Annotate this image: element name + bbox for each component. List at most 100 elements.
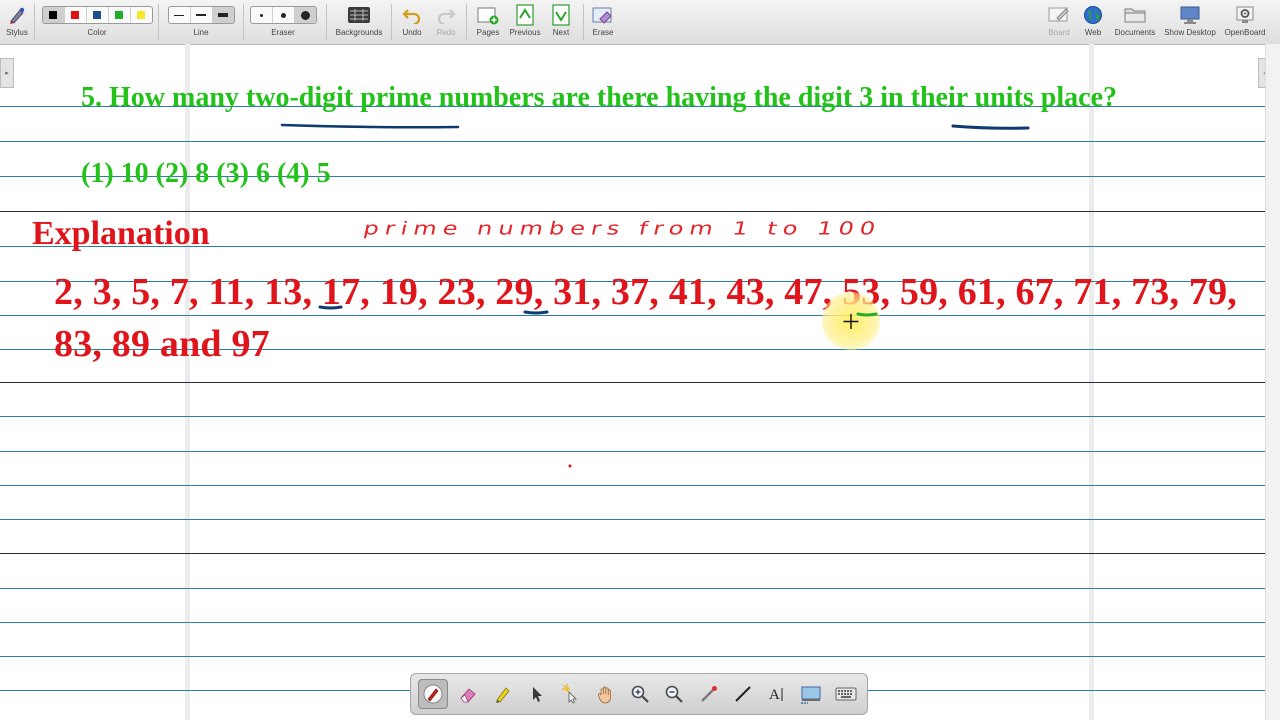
eraser-large-button[interactable] [294,7,316,23]
hand-icon [597,686,611,704]
globe-icon [1083,2,1103,28]
ruled-line [0,451,1280,452]
toolbar-separator [158,4,159,40]
pages-button[interactable]: Pages [472,2,504,42]
line-thin-button[interactable] [169,7,191,23]
web-button[interactable]: Web [1080,2,1106,42]
text-tool-button[interactable]: A [763,680,791,708]
scrollbar[interactable] [1265,44,1280,720]
backgrounds-icon [347,2,371,28]
redo-label: Redo [436,28,456,37]
laser-icon [562,684,578,704]
show-desktop-button[interactable]: Show Desktop [1161,2,1219,42]
zoom-out-button[interactable] [660,680,688,708]
zoom-in-icon [631,685,649,703]
ruled-line [0,656,1280,657]
ruled-line [0,485,1280,486]
board-button[interactable]: Board [1044,2,1074,42]
pen-icon [423,684,443,704]
ruled-line [0,382,1280,383]
color-swatch-red[interactable] [65,7,87,23]
pen-tool-button[interactable] [418,679,449,709]
ruled-line [0,416,1280,417]
color-swatch-blue[interactable] [87,7,109,23]
selector-tool-button[interactable] [523,680,551,708]
board-label: Board [1048,28,1070,37]
color-swatch-yellow[interactable] [131,7,152,23]
ruled-line [0,211,1280,212]
erase-label: Erase [592,28,614,37]
svg-text:A: A [769,687,780,703]
color-swatch-black[interactable] [42,7,65,23]
text-icon: A [769,687,783,703]
toolbar-separator [243,4,244,40]
settings-icon [1234,2,1256,28]
redo-button[interactable]: Redo [432,2,460,42]
web-label: Web [1084,28,1102,37]
hand-tool-button[interactable] [592,680,620,708]
stylus-icon [7,2,27,28]
backgrounds-button[interactable]: Backgrounds [333,2,385,42]
ruled-line [0,553,1280,554]
openboard-label: OpenBoard [1224,28,1266,37]
eraser-group: Eraser [248,2,318,42]
eraser-icon [460,688,477,703]
color-swatches [41,6,153,24]
eraser-medium-button[interactable] [273,7,295,23]
show-desktop-label: Show Desktop [1164,28,1216,37]
virtual-keyboard-button[interactable] [832,680,860,708]
undo-button[interactable]: Undo [398,2,426,42]
backgrounds-label: Backgrounds [335,28,383,37]
zoom-in-button[interactable] [626,680,654,708]
eraser-small-button[interactable] [251,7,273,23]
line-medium-button[interactable] [191,7,213,23]
eraser-tool-button[interactable] [454,680,482,708]
line-thick-button[interactable] [212,7,234,23]
toolbar-separator [326,4,327,40]
pointer-tool-button[interactable] [695,680,723,708]
ink-underline-two-digit [280,123,460,129]
previous-page-icon [515,2,535,28]
stylus-label: Stylus [6,28,28,37]
ruled-line [0,519,1280,520]
cursor-highlight [822,292,880,350]
capture-icon [700,686,717,702]
redo-icon [436,2,456,28]
highlighter-icon [495,687,510,703]
toolbar-separator [466,4,467,40]
ink-underline-digit-3 [951,124,1030,130]
add-page-icon [477,2,499,28]
toolbar: Stylus Color Line Eraser Backgrounds Und… [0,0,1280,45]
line-width-options [167,6,235,24]
interact-tool-button[interactable] [557,680,585,708]
capture-tool-button[interactable] [797,680,825,708]
color-swatch-green[interactable] [109,7,131,23]
erase-button[interactable]: Erase [589,2,617,42]
handwritten-note: prime numbers from 1 to 100 [361,218,884,239]
color-group: Color [41,2,153,42]
ink-dot [568,464,572,468]
next-button[interactable]: Next [546,2,576,42]
primes-list: 2, 3, 5, 7, 11, 13, 17, 19, 23, 29, 31, … [54,271,1238,365]
board-icon [1048,2,1070,28]
ruled-line [0,141,1280,142]
openboard-button[interactable]: OpenBoard [1222,2,1268,42]
eraser-label: Eraser [271,28,295,37]
previous-button[interactable]: Previous [507,2,543,42]
line-icon [735,686,751,702]
documents-button[interactable]: Documents [1112,2,1158,42]
toolbar-separator [34,4,35,40]
highlighter-tool-button[interactable] [489,680,517,708]
previous-label: Previous [509,28,541,37]
left-panel-toggle[interactable]: ▸ [0,58,14,88]
line-tool-button[interactable] [729,680,757,708]
line-group: Line [166,2,236,42]
documents-label: Documents [1114,28,1156,37]
pages-label: Pages [476,28,500,37]
tool-palette: A [410,673,868,715]
pointer-icon [533,687,543,702]
undo-icon [402,2,422,28]
stylus-button[interactable]: Stylus [4,2,30,42]
undo-label: Undo [402,28,422,37]
line-label: Line [193,28,209,37]
